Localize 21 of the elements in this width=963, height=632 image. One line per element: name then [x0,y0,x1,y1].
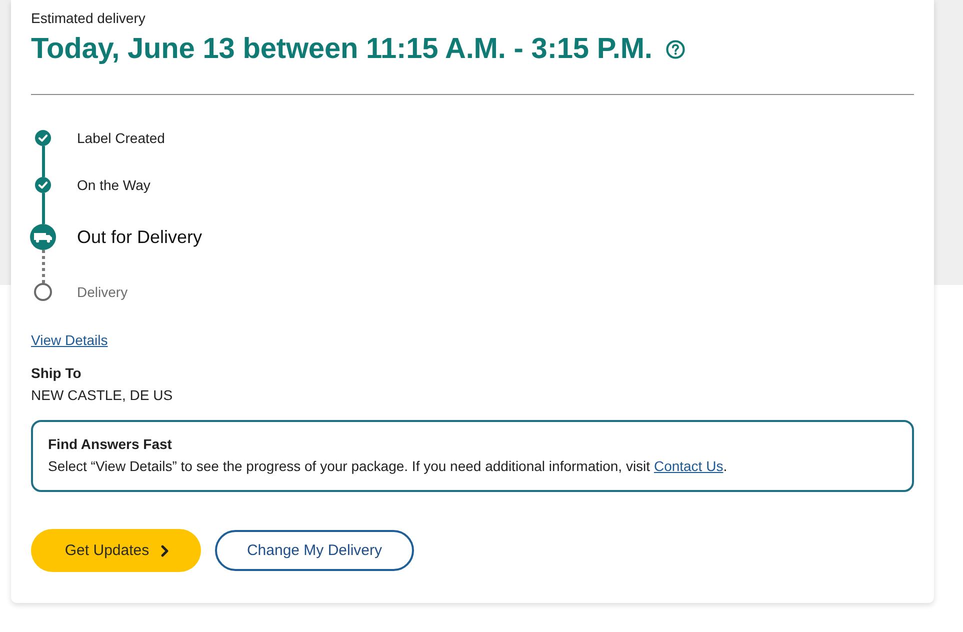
chevron-right-icon [161,544,170,556]
step-label: Label Created [77,130,165,146]
empty-circle-icon [34,283,52,301]
view-details-link[interactable]: View Details [31,331,108,349]
info-text: Select “View Details” to see the progress of your package. If you need additional information, visit Contact Us. [48,457,728,475]
check-circle-icon [35,130,51,146]
get-updates-button[interactable]: Get Updates [31,529,201,572]
estimate-label: Estimated delivery [31,9,146,27]
step-label: On the Way [77,177,150,193]
ship-to-address: NEW CASTLE, DE US [31,386,174,404]
current-step-label: Out for Delivery [77,226,202,249]
contact-us-link[interactable]: Contact Us [654,458,724,474]
change-delivery-button[interactable]: Change My Delivery [215,530,414,571]
delivery-window: Today, June 13 between 11:15 A.M. - 3:15 P.M. [31,31,652,67]
dotted-connector [42,250,44,283]
truck-icon [30,224,56,250]
info-title: Find Answers Fast [48,435,173,453]
help-icon[interactable] [666,40,686,58]
ship-to-label: Ship To [31,364,82,382]
check-circle-icon [35,177,51,193]
pending-step-label: Delivery [77,283,128,301]
